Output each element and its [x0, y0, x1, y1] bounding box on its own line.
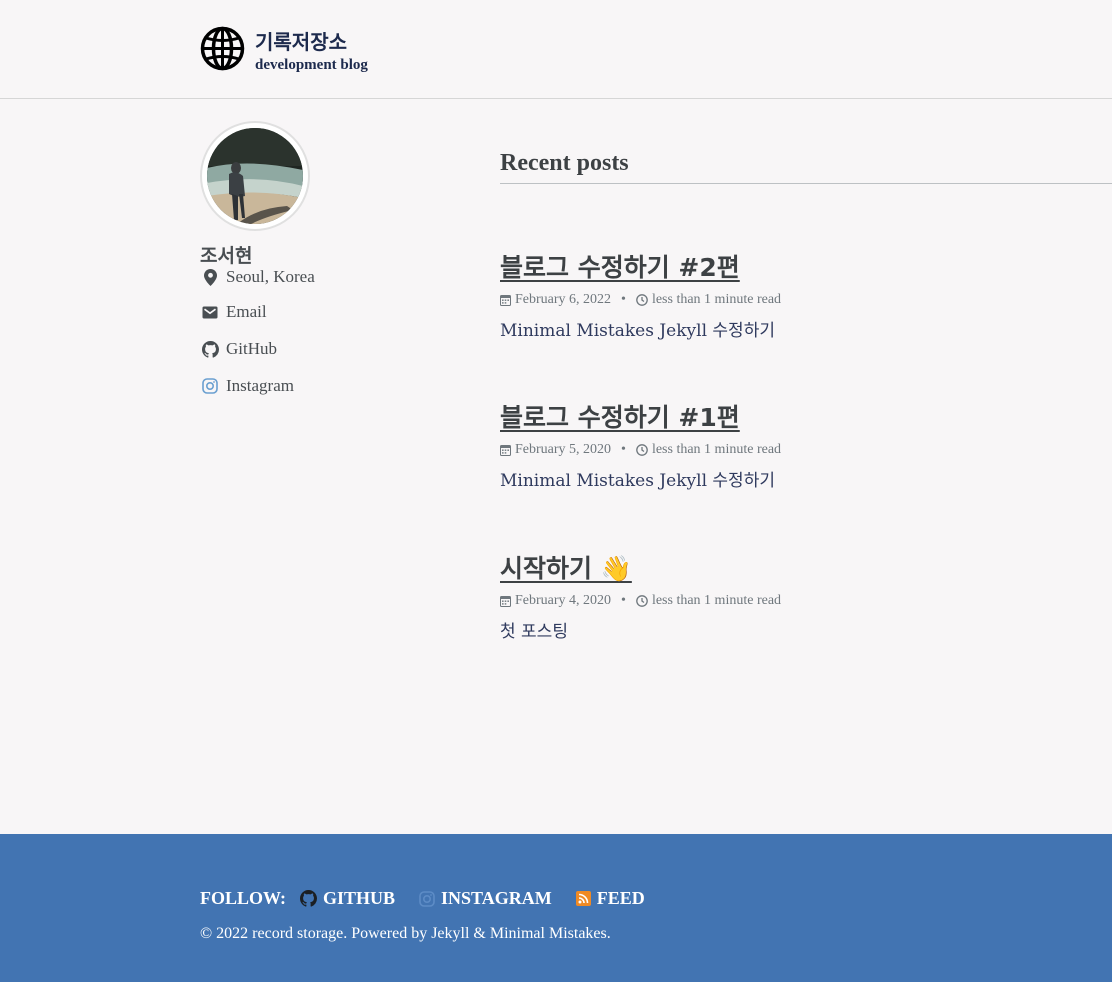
- author-sidebar: 조서현 Seoul, Korea Email GitHub Instagram: [200, 121, 460, 412]
- post-title-link[interactable]: 블로그 수정하기 #1편: [500, 403, 740, 432]
- envelope-icon: [200, 303, 220, 321]
- clock-icon: [636, 595, 648, 607]
- page-footer: FOLLOW: GITHUB INSTAGRAM FEED © 2022 rec…: [0, 834, 1112, 982]
- map-marker-icon: [200, 268, 220, 286]
- meta-separator: •: [621, 593, 626, 608]
- post-item: 시작하기 👋 February 4, 2020 • less than 1 mi…: [500, 549, 781, 642]
- author-link-instagram[interactable]: Instagram: [200, 375, 460, 397]
- post-read-time: less than 1 minute read: [651, 292, 782, 307]
- main-content: Recent posts 블로그 수정하기 #2편 February 6, 20…: [500, 150, 1112, 642]
- post-item: 블로그 수정하기 #1편 February 5, 2020 • less tha…: [500, 398, 781, 491]
- post-meta: February 4, 2020 • less than 1 minute re…: [500, 593, 781, 609]
- author-location-label: Seoul, Korea: [226, 267, 315, 286]
- site-subtitle: development blog: [255, 57, 368, 73]
- footer-link-label[interactable]: GITHUB: [323, 888, 395, 909]
- post-date: February 5, 2020: [515, 442, 612, 457]
- post-date: February 6, 2022: [515, 292, 612, 307]
- footer-link-github[interactable]: GITHUB: [300, 888, 395, 909]
- footer-link-label[interactable]: INSTAGRAM: [441, 888, 552, 909]
- post-meta: February 5, 2020 • less than 1 minute re…: [500, 442, 781, 458]
- instagram-icon: [200, 377, 220, 395]
- author-link-github[interactable]: GitHub: [200, 338, 460, 360]
- post-read-time: less than 1 minute read: [651, 442, 782, 457]
- footer-link-instagram[interactable]: INSTAGRAM: [419, 888, 552, 909]
- author-link-label[interactable]: Instagram: [226, 376, 294, 396]
- author-name: 조서현: [200, 245, 253, 267]
- author-link-label[interactable]: Email: [226, 302, 267, 322]
- post-excerpt: Minimal Mistakes Jekyll 수정하기: [500, 471, 775, 491]
- post-meta: February 6, 2022 • less than 1 minute re…: [500, 292, 781, 308]
- author-location: Seoul, Korea: [200, 266, 460, 288]
- copyright: © 2022 record storage. Powered by Jekyll…: [200, 925, 611, 942]
- calendar-icon: [500, 595, 511, 607]
- site-title[interactable]: 기록저장소: [255, 26, 347, 55]
- github-icon: [300, 890, 318, 907]
- calendar-icon: [500, 294, 511, 306]
- globe-icon[interactable]: [200, 26, 245, 71]
- section-title: Recent posts: [500, 150, 1112, 184]
- github-icon: [200, 340, 220, 358]
- author-link-label[interactable]: GitHub: [226, 339, 277, 359]
- meta-separator: •: [621, 442, 626, 457]
- clock-icon: [636, 294, 648, 306]
- footer-follow: FOLLOW: GITHUB INSTAGRAM FEED: [200, 888, 655, 909]
- instagram-icon: [419, 890, 435, 907]
- post-excerpt: Minimal Mistakes Jekyll 수정하기: [500, 321, 775, 341]
- post-title-link[interactable]: 블로그 수정하기 #2편: [500, 253, 740, 282]
- post-excerpt: 첫 포스팅: [500, 622, 568, 642]
- footer-link-label[interactable]: FEED: [597, 888, 645, 909]
- post-read-time: less than 1 minute read: [651, 593, 782, 608]
- calendar-icon: [500, 444, 511, 456]
- meta-separator: •: [621, 292, 626, 307]
- author-link-email[interactable]: Email: [200, 301, 460, 323]
- author-links: Seoul, Korea Email GitHub Instagram: [200, 266, 460, 397]
- masthead: 기록저장소 development blog: [0, 0, 1112, 99]
- follow-label: FOLLOW:: [200, 888, 287, 908]
- author-avatar: [200, 121, 310, 231]
- post-title-link[interactable]: 시작하기 👋: [500, 554, 632, 583]
- footer-link-feed[interactable]: FEED: [575, 888, 645, 909]
- clock-icon: [636, 444, 648, 456]
- post-item: 블로그 수정하기 #2편 February 6, 2022 • less tha…: [500, 248, 781, 341]
- rss-icon: [575, 891, 591, 906]
- post-date: February 4, 2020: [515, 593, 612, 608]
